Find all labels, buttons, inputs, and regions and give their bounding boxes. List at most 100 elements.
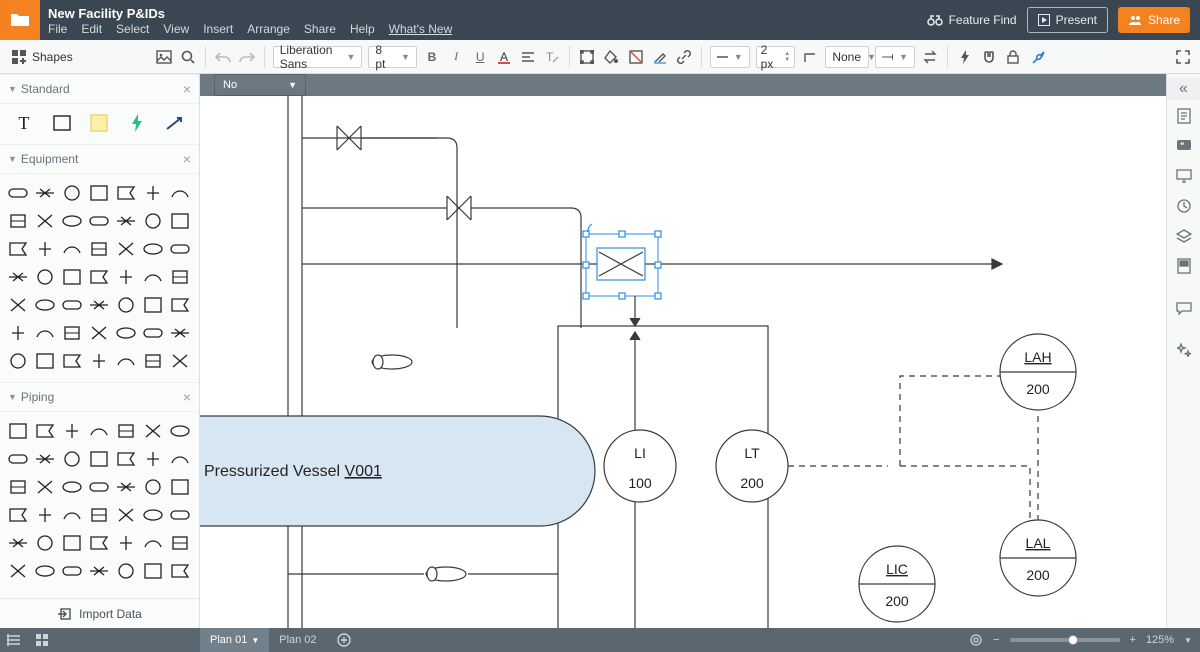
arrow-end-select[interactable]: ▼ xyxy=(875,46,915,68)
close-icon[interactable]: × xyxy=(183,81,191,97)
equipment-shape[interactable] xyxy=(60,322,84,344)
equipment-shape[interactable] xyxy=(87,182,111,204)
menu-share[interactable]: Share xyxy=(304,22,336,36)
piping-shape[interactable] xyxy=(87,560,111,582)
piping-shape[interactable] xyxy=(33,420,57,442)
equipment-shape[interactable] xyxy=(33,294,57,316)
layers-icon[interactable] xyxy=(1170,222,1198,250)
equipment-shape[interactable] xyxy=(87,210,111,232)
line-shape-icon[interactable] xyxy=(801,46,819,68)
equipment-shape[interactable] xyxy=(6,210,30,232)
section-piping-header[interactable]: ▼ Piping × xyxy=(0,382,199,412)
equipment-shape[interactable] xyxy=(141,350,165,372)
piping-shape[interactable] xyxy=(60,532,84,554)
zoom-level[interactable]: 125% xyxy=(1146,634,1174,646)
piping-shape[interactable] xyxy=(60,504,84,526)
arrow-start-select[interactable]: None▼ xyxy=(825,46,869,68)
piping-shape[interactable] xyxy=(87,448,111,470)
equipment-shape[interactable] xyxy=(60,210,84,232)
equipment-shape[interactable] xyxy=(114,322,138,344)
notes-icon[interactable] xyxy=(1170,102,1198,130)
shape-style-icon[interactable] xyxy=(578,46,596,68)
instrument-lah[interactable]: LAH200 xyxy=(1000,334,1076,410)
piping-shape[interactable] xyxy=(6,476,30,498)
piping-shape[interactable] xyxy=(168,476,192,498)
note-shape[interactable] xyxy=(87,112,111,134)
page-tab-1[interactable]: Plan 01▼ xyxy=(200,628,269,652)
piping-shape[interactable] xyxy=(60,476,84,498)
piping-shape[interactable] xyxy=(87,504,111,526)
equipment-shape[interactable] xyxy=(168,322,192,344)
menu-view[interactable]: View xyxy=(163,22,189,36)
equipment-shape[interactable] xyxy=(168,238,192,260)
menu-help[interactable]: Help xyxy=(350,22,375,36)
equipment-shape[interactable] xyxy=(33,350,57,372)
equipment-shape[interactable] xyxy=(114,210,138,232)
undo-icon[interactable] xyxy=(214,46,232,68)
piping-shape[interactable] xyxy=(114,448,138,470)
target-icon[interactable] xyxy=(969,633,983,647)
equipment-shape[interactable] xyxy=(141,294,165,316)
bolt-shape[interactable] xyxy=(125,112,149,134)
redo-icon[interactable] xyxy=(238,46,256,68)
piping-shape[interactable] xyxy=(141,532,165,554)
font-size-select[interactable]: 8 pt▼ xyxy=(368,46,417,68)
history-icon[interactable] xyxy=(1170,192,1198,220)
import-data-button[interactable]: Import Data xyxy=(0,598,199,628)
piping-shape[interactable] xyxy=(114,476,138,498)
equipment-shape[interactable] xyxy=(60,294,84,316)
equipment-shape[interactable] xyxy=(87,350,111,372)
wrench-icon[interactable] xyxy=(1028,46,1050,68)
piping-shape[interactable] xyxy=(168,420,192,442)
piping-shape[interactable] xyxy=(33,560,57,582)
equipment-shape[interactable] xyxy=(33,210,57,232)
insert-image-icon[interactable] xyxy=(155,46,173,68)
menu-whats-new[interactable]: What's New xyxy=(389,22,453,36)
shapes-button[interactable]: Shapes xyxy=(6,46,79,68)
equipment-shape[interactable] xyxy=(6,294,30,316)
line-style-select[interactable]: ▼ xyxy=(710,46,750,68)
present-button[interactable]: Present xyxy=(1027,7,1108,33)
zoom-slider[interactable] xyxy=(1010,638,1120,642)
equipment-shape[interactable] xyxy=(60,182,84,204)
menu-edit[interactable]: Edit xyxy=(81,22,102,36)
piping-shape[interactable] xyxy=(60,420,84,442)
swap-ends-icon[interactable] xyxy=(921,46,939,68)
piping-shape[interactable] xyxy=(141,448,165,470)
drawing-page[interactable]: Pressurized Vessel V001 LI100 LT200 LAH2… xyxy=(200,96,1166,628)
grid-view-icon[interactable] xyxy=(28,626,56,652)
present-tab-icon[interactable] xyxy=(1170,162,1198,190)
piping-shape[interactable] xyxy=(60,448,84,470)
equipment-shape[interactable] xyxy=(168,182,192,204)
piping-shape[interactable] xyxy=(33,532,57,554)
equipment-shape[interactable] xyxy=(6,182,30,204)
piping-shape[interactable] xyxy=(87,420,111,442)
equipment-shape[interactable] xyxy=(168,266,192,288)
underline-icon[interactable]: U xyxy=(471,46,489,68)
add-page-button[interactable] xyxy=(327,628,361,652)
equipment-shape[interactable] xyxy=(141,266,165,288)
line-width-field[interactable]: 2 px▲▼ xyxy=(756,46,796,68)
border-icon[interactable] xyxy=(627,46,645,68)
equipment-shape[interactable] xyxy=(33,238,57,260)
piping-shape[interactable] xyxy=(87,532,111,554)
piping-shape[interactable] xyxy=(141,420,165,442)
search-icon[interactable] xyxy=(179,46,197,68)
piping-shape[interactable] xyxy=(114,504,138,526)
equipment-shape[interactable] xyxy=(141,322,165,344)
piping-shape[interactable] xyxy=(114,532,138,554)
menu-select[interactable]: Select xyxy=(116,22,149,36)
clear-format-icon[interactable]: T xyxy=(543,46,561,68)
close-icon[interactable]: × xyxy=(183,151,191,167)
equipment-shape[interactable] xyxy=(141,210,165,232)
equipment-shape[interactable] xyxy=(33,322,57,344)
fullscreen-icon[interactable] xyxy=(1172,46,1194,68)
equipment-shape[interactable] xyxy=(60,238,84,260)
link-icon[interactable] xyxy=(675,46,693,68)
page-tab-icon[interactable] xyxy=(1170,252,1198,280)
share-button[interactable]: Share xyxy=(1118,7,1190,33)
magnet-icon[interactable] xyxy=(980,46,998,68)
piping-shape[interactable] xyxy=(168,560,192,582)
equipment-shape[interactable] xyxy=(87,266,111,288)
align-icon[interactable] xyxy=(519,46,537,68)
